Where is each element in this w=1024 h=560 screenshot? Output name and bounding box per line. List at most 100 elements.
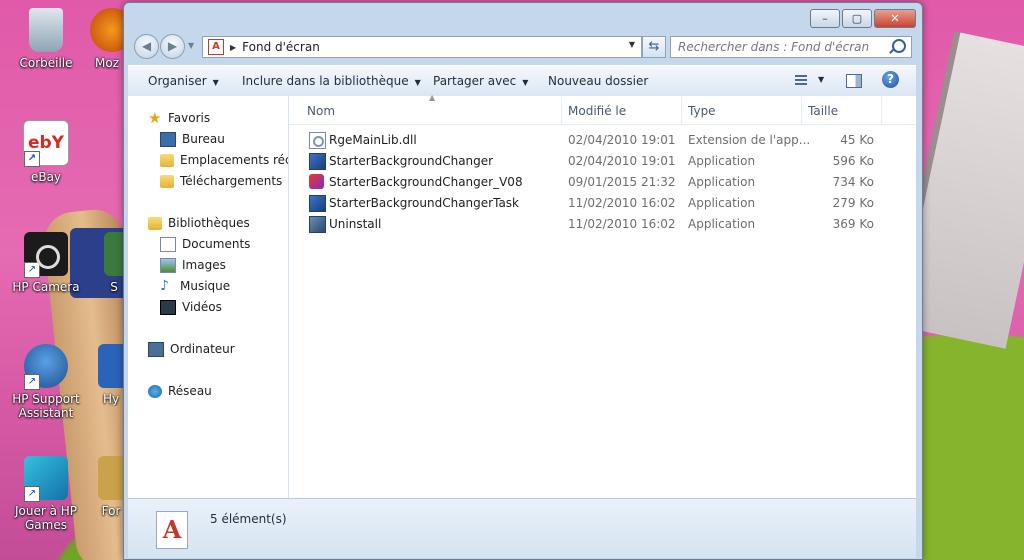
search-input[interactable]: Rechercher dans : Fond d'écran bbox=[670, 36, 912, 58]
address-bar[interactable]: A ▶ Fond d'écran ▼ bbox=[202, 36, 642, 58]
details-pane: A 5 élément(s) bbox=[128, 498, 916, 558]
desktop-icon-hp-camera[interactable]: ↗ HP Camera bbox=[8, 232, 84, 294]
file-row[interactable]: Uninstall 11/02/2010 16:02 Application 3… bbox=[289, 214, 916, 235]
preview-pane-icon[interactable] bbox=[846, 74, 862, 88]
file-type: Application bbox=[688, 217, 756, 231]
desktop-icon-partial-hy[interactable]: Hy bbox=[98, 344, 124, 406]
help-icon[interactable]: ? bbox=[882, 71, 899, 88]
file-row[interactable]: RgeMainLib.dll 02/04/2010 19:01 Extensio… bbox=[289, 130, 916, 151]
file-name: StarterBackgroundChangerTask bbox=[329, 196, 519, 210]
desktop-icon-partial-for[interactable]: For bbox=[98, 456, 124, 518]
share-with-button[interactable]: Partager avec ▼ bbox=[433, 74, 528, 88]
pictures-icon bbox=[160, 257, 176, 273]
application-icon bbox=[309, 195, 326, 212]
file-name: StarterBackgroundChanger_V08 bbox=[329, 175, 523, 189]
application-icon bbox=[309, 153, 326, 170]
support-icon: ↗ bbox=[24, 344, 68, 390]
address-dropdown-icon[interactable]: ▼ bbox=[629, 40, 635, 49]
nav-videos[interactable]: Vidéos bbox=[160, 297, 222, 317]
column-divider[interactable] bbox=[681, 96, 682, 124]
column-divider[interactable] bbox=[881, 96, 882, 124]
desktop-icon-recycle-bin[interactable]: Corbeille bbox=[8, 8, 84, 70]
search-icon[interactable] bbox=[892, 39, 906, 53]
breadcrumb-arrow-icon[interactable]: ▶ bbox=[230, 43, 236, 52]
file-row[interactable]: StarterBackgroundChanger 02/04/2010 19:0… bbox=[289, 151, 916, 172]
include-in-library-button[interactable]: Inclure dans la bibliothèque ▼ bbox=[242, 74, 421, 88]
column-type[interactable]: Type bbox=[688, 104, 716, 118]
videos-icon bbox=[160, 299, 176, 315]
file-modified: 02/04/2010 19:01 bbox=[568, 133, 676, 147]
app-icon bbox=[104, 232, 124, 276]
shortcut-arrow-icon: ↗ bbox=[24, 262, 40, 278]
desktop-icon-hp-support[interactable]: ↗ HP Support Assistant bbox=[8, 344, 84, 420]
file-type: Application bbox=[688, 154, 756, 168]
file-modified: 11/02/2010 16:02 bbox=[568, 196, 676, 210]
column-headers: ▲ Nom Modifié le Type Taille bbox=[289, 93, 916, 125]
desktop-icon-ebay[interactable]: ebY ↗ eBay bbox=[8, 120, 84, 184]
games-icon: ↗ bbox=[24, 456, 68, 502]
downloads-icon bbox=[160, 174, 174, 188]
installer-icon bbox=[309, 174, 324, 189]
desktop-icon-hp-games[interactable]: ↗ Jouer à HP Games bbox=[8, 456, 84, 532]
nav-favorites[interactable]: ★ Favoris bbox=[148, 108, 210, 128]
column-name[interactable]: Nom bbox=[307, 104, 335, 118]
sort-arrow-icon: ▲ bbox=[429, 93, 436, 102]
file-row[interactable]: StarterBackgroundChangerTask 11/02/2010 … bbox=[289, 193, 916, 214]
forward-button[interactable]: ▶ bbox=[160, 34, 185, 59]
file-name: Uninstall bbox=[329, 217, 382, 231]
firefox-icon bbox=[90, 8, 124, 52]
chevron-down-icon: ▼ bbox=[414, 78, 421, 87]
new-folder-button[interactable]: Nouveau dossier bbox=[548, 74, 648, 88]
recent-places-icon bbox=[160, 153, 174, 167]
file-name: RgeMainLib.dll bbox=[329, 133, 417, 147]
documents-icon bbox=[160, 236, 176, 252]
recycle-bin-icon bbox=[29, 8, 63, 52]
refresh-button[interactable]: ⇆ bbox=[642, 36, 666, 58]
minimize-button[interactable]: – bbox=[810, 9, 840, 28]
navigation-pane: ★Favoris Bureau Emplacements récents Tél… bbox=[128, 96, 289, 498]
shortcut-arrow-icon: ↗ bbox=[24, 151, 40, 167]
maximize-button[interactable]: ▢ bbox=[842, 9, 872, 28]
desktop-icon bbox=[160, 131, 176, 147]
camera-icon: ↗ bbox=[24, 232, 68, 278]
view-dropdown-icon[interactable]: ▼ bbox=[818, 75, 824, 84]
back-button[interactable]: ◀ bbox=[134, 34, 159, 59]
shortcut-arrow-icon: ↗ bbox=[24, 486, 40, 502]
nav-desktop[interactable]: Bureau bbox=[160, 129, 225, 149]
nav-network[interactable]: Réseau bbox=[148, 381, 212, 401]
search-placeholder: Rechercher dans : Fond d'écran bbox=[678, 40, 870, 54]
file-row[interactable]: StarterBackgroundChanger_V08 09/01/2015 … bbox=[289, 172, 916, 193]
nav-music[interactable]: ♪ Musique bbox=[160, 276, 230, 296]
desktop-icon-partial-s[interactable]: S bbox=[104, 232, 124, 294]
column-size[interactable]: Taille bbox=[808, 104, 838, 118]
nav-recent-places[interactable]: Emplacements récents bbox=[160, 150, 288, 170]
file-size: 734 Ko bbox=[832, 175, 874, 189]
command-bar: Organiser ▼ Inclure dans la bibliothèque ▼… bbox=[128, 65, 916, 97]
folder-preview-icon: A bbox=[156, 511, 188, 549]
nav-downloads[interactable]: Téléchargements bbox=[160, 171, 282, 191]
explorer-window: – ▢ ✕ ◀ ▶ ▼ A ▶ Fond d'écran ▼ ⇆ Recherc… bbox=[123, 2, 923, 560]
history-dropdown-icon[interactable]: ▼ bbox=[188, 41, 194, 50]
chevron-down-icon: ▼ bbox=[522, 78, 529, 87]
window-controls: – ▢ ✕ bbox=[810, 9, 916, 28]
nav-computer[interactable]: Ordinateur bbox=[148, 339, 235, 359]
file-modified: 11/02/2010 16:02 bbox=[568, 217, 676, 231]
file-modified: 09/01/2015 21:32 bbox=[568, 175, 676, 189]
chevron-down-icon: ▼ bbox=[212, 78, 219, 87]
navigation-bar: ◀ ▶ ▼ A ▶ Fond d'écran ▼ ⇆ Rechercher da… bbox=[130, 31, 916, 61]
nav-documents[interactable]: Documents bbox=[160, 234, 250, 254]
file-modified: 02/04/2010 19:01 bbox=[568, 154, 676, 168]
breadcrumb-current[interactable]: Fond d'écran bbox=[242, 40, 320, 54]
desktop-icon-firefox[interactable]: Moz bbox=[90, 8, 124, 70]
column-modified[interactable]: Modifié le bbox=[568, 104, 626, 118]
nav-images[interactable]: Images bbox=[160, 255, 226, 275]
item-count: 5 élément(s) bbox=[210, 512, 287, 526]
column-divider[interactable] bbox=[801, 96, 802, 124]
folder-icon: A bbox=[208, 39, 224, 55]
file-type: Extension de l'app... bbox=[688, 133, 811, 147]
column-divider[interactable] bbox=[561, 96, 562, 124]
organize-button[interactable]: Organiser ▼ bbox=[148, 74, 219, 88]
nav-libraries[interactable]: Bibliothèques bbox=[148, 213, 250, 233]
view-options-icon[interactable] bbox=[793, 72, 811, 88]
close-button[interactable]: ✕ bbox=[874, 9, 916, 28]
